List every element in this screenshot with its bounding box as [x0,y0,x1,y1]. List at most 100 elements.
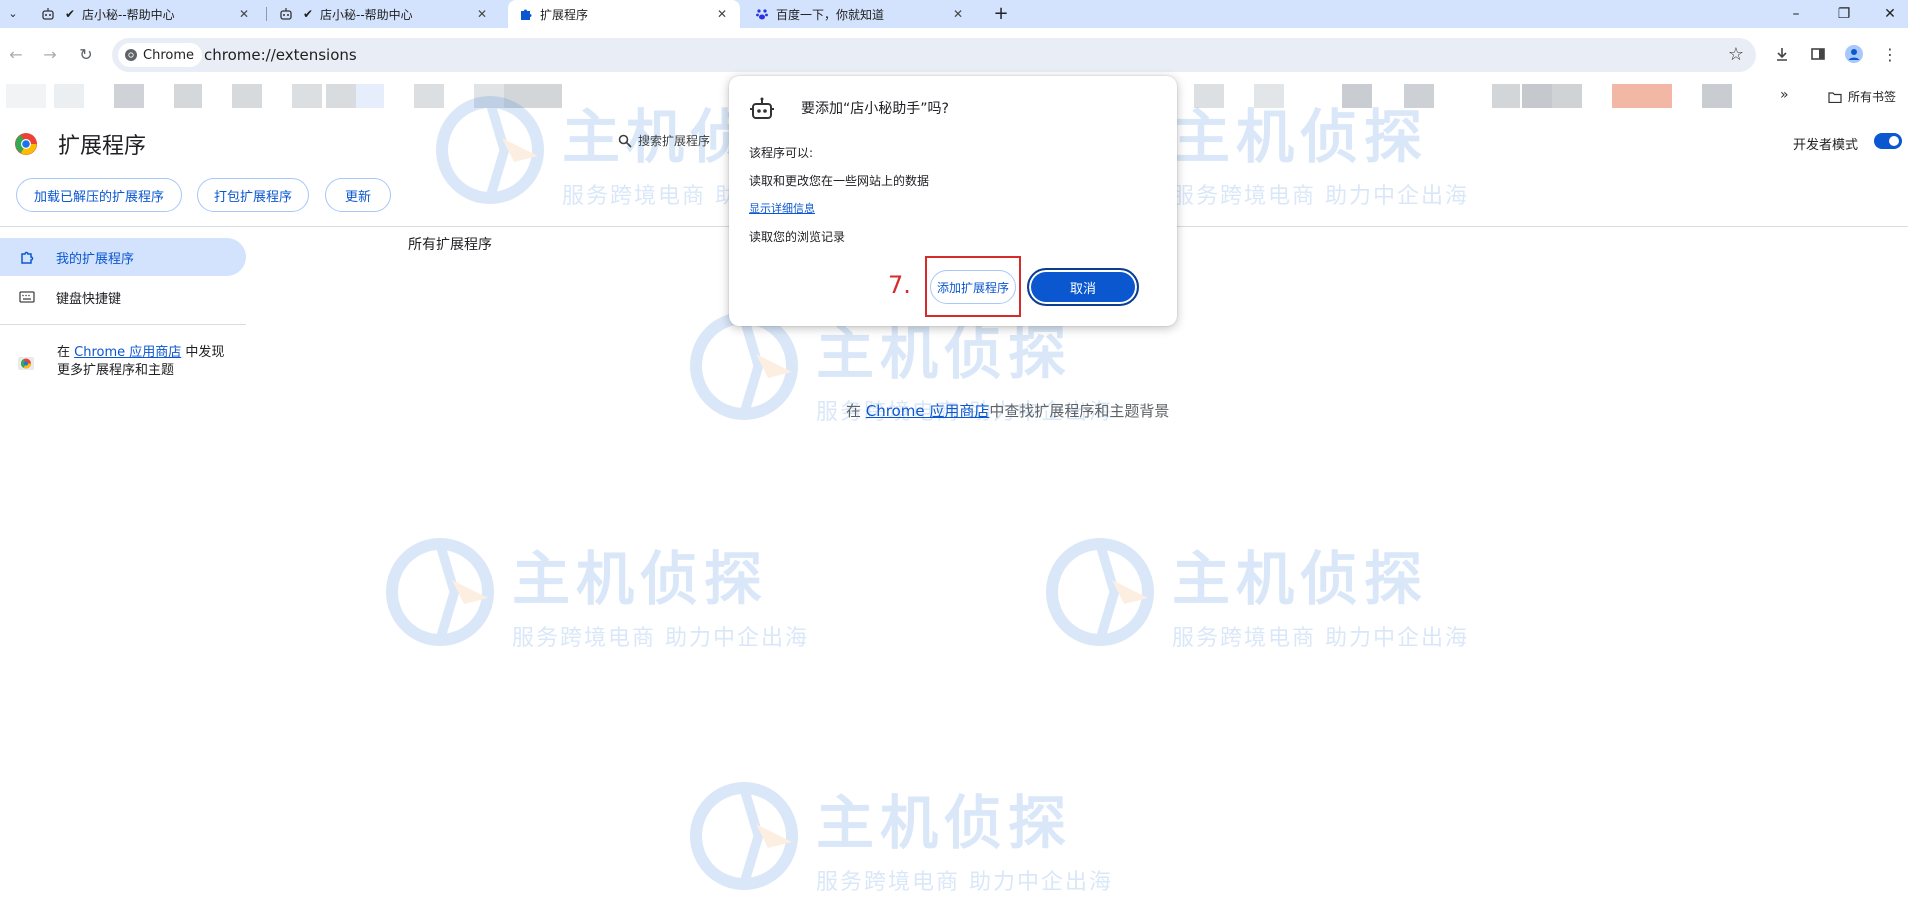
all-bookmarks-folder[interactable]: 所有书签 [1828,88,1896,105]
robot-icon [40,6,56,22]
main-store-text: 在 Chrome 应用商店中查找扩展程序和主题背景 [846,400,1169,421]
pack-extension-button[interactable]: 打包扩展程序 [197,178,309,212]
watermark-slogan: 服务跨境电商 助力中企出海 [1172,626,1469,651]
sidebar-divider [0,324,246,325]
cancel-button[interactable]: 取消 [1027,268,1139,306]
blurred-bookmark[interactable] [174,84,202,108]
dev-mode-label: 开发者模式 [1793,138,1859,153]
dialog-title: 要添加“店小秘助手”吗? [801,101,949,117]
page-title: 扩展程序 [58,134,147,159]
watermark: 主机侦探服务跨境电商 助力中企出海 [1040,532,1469,652]
blurred-bookmark[interactable] [414,84,444,108]
new-tab-plus-icon[interactable]: + [990,3,1012,25]
watermark-logo-icon [1046,538,1154,646]
restore-icon[interactable]: ❐ [1834,4,1854,24]
blurred-bookmark[interactable] [326,84,356,108]
close-tab-icon[interactable]: ✕ [474,6,490,22]
blurred-bookmark[interactable] [232,84,262,108]
chrome-web-store-icon [18,357,34,370]
main-chrome-web-store-link[interactable]: Chrome 应用商店 [866,402,990,420]
profile-avatar-icon[interactable] [1842,42,1866,66]
blurred-bookmark[interactable] [114,84,144,108]
sidebar-item-label: 我的扩展程序 [56,251,135,267]
sidebar-item-my-extensions[interactable]: 我的扩展程序 [0,238,134,276]
chrome-logo-icon [15,133,37,155]
check-icon: ✔ [302,7,314,21]
baidu-paw-icon [754,6,770,22]
puzzle-icon [518,6,534,22]
add-extension-button[interactable]: 添加扩展程序 [930,270,1016,304]
add-extension-dialog: 要添加“店小秘助手”吗? 该程序可以: 读取和更改您在一些网站上的数据 显示详细… [729,76,1177,326]
tab-baidu[interactable]: 百度一下，你就知道 ✕ [744,0,976,28]
download-icon[interactable] [1770,42,1794,66]
watermark-slogan: 服务跨境电商 助力中企出海 [512,626,809,651]
tab-strip: ⌄ ✔ 店小秘--帮助中心 ✕ ✔ 店小秘--帮助中心 ✕ 扩展程序 ✕ 百度一… [0,0,1908,28]
all-extensions-heading: 所有扩展程序 [408,237,492,253]
sidebar-item-shortcuts[interactable]: 键盘快捷键 [0,278,121,316]
blurred-bookmark[interactable] [1194,84,1224,108]
watermark-logo-icon [690,782,798,890]
bookmarks-overflow-chevron-icon[interactable]: » [1780,87,1789,103]
back-icon[interactable]: ← [4,42,28,66]
close-tab-icon[interactable]: ✕ [236,6,252,22]
blurred-bookmark[interactable] [1612,84,1672,108]
search-extensions[interactable]: 搜索扩展程序 [618,132,710,149]
close-window-icon[interactable]: ✕ [1880,4,1900,24]
tab-title: 店小秘--帮助中心 [320,7,413,22]
blurred-bookmark[interactable] [1254,84,1284,108]
tab-separator [266,7,267,21]
chrome-logo-icon [125,49,137,61]
blurred-bookmark[interactable] [356,84,384,108]
check-icon: ✔ [64,7,76,21]
menu-kebab-icon[interactable]: ⋮ [1878,42,1902,66]
blurred-bookmark[interactable] [1552,84,1582,108]
tab-title: 店小秘--帮助中心 [82,7,175,22]
blurred-bookmark[interactable] [6,84,46,108]
forward-icon[interactable]: → [38,42,62,66]
search-placeholder: 搜索扩展程序 [638,134,711,148]
blurred-bookmark[interactable] [1404,84,1434,108]
blurred-bookmark[interactable] [1492,84,1520,108]
sidebar-item-label: 键盘快捷键 [56,291,122,307]
bookmark-star-icon[interactable]: ☆ [1728,44,1744,65]
update-button[interactable]: 更新 [325,178,391,212]
store-prefix: 在 [57,345,71,360]
close-tab-icon[interactable]: ✕ [950,6,966,22]
watermark-logo-icon [386,538,494,646]
url-text[interactable]: chrome://extensions [204,46,357,64]
blurred-bookmark[interactable] [504,84,562,108]
blurred-bookmark[interactable] [54,84,84,108]
reload-icon[interactable]: ↻ [74,42,98,66]
sidebar-store-text: 在 Chrome 应用商店 中发现更多扩展程序和主题 [57,344,237,380]
chrome-chip[interactable]: Chrome [118,43,202,67]
blurred-bookmark[interactable] [1342,84,1372,108]
tab-title: 百度一下，你就知道 [776,7,885,22]
blurred-bookmark[interactable] [292,84,322,108]
main-store-suffix: 中查找扩展程序和主题背景 [989,402,1170,420]
tab-search-chevron-icon[interactable]: ⌄ [4,5,22,23]
puzzle-outline-icon [16,249,38,265]
watermark-slogan: 服务跨境电商 助力中企出海 [1172,184,1469,209]
blurred-bookmark[interactable] [1522,84,1552,108]
chrome-web-store-link[interactable]: Chrome 应用商店 [74,345,181,360]
blurred-bookmark[interactable] [474,84,504,108]
blurred-bookmark[interactable] [1702,84,1732,108]
load-unpacked-button[interactable]: 加载已解压的扩展程序 [16,178,182,212]
omnibox[interactable]: Chrome chrome://extensions ☆ [112,38,1756,72]
side-panel-icon[interactable] [1806,42,1830,66]
step-annotation: 7. [888,271,911,299]
robot-icon [750,97,774,119]
watermark-brand: 主机侦探 [816,789,1073,857]
close-tab-icon[interactable]: ✕ [714,6,730,22]
tab-dianxiaomi-help-2[interactable]: ✔ 店小秘--帮助中心 ✕ [268,0,500,28]
show-details-link[interactable]: 显示详细信息 [749,200,815,216]
tab-title: 扩展程序 [540,7,589,22]
all-bookmarks-label: 所有书签 [1848,90,1897,104]
tab-extensions[interactable]: 扩展程序 ✕ [508,0,740,28]
dev-mode-toggle[interactable] [1874,133,1902,149]
watermark-slogan: 服务跨境电商 助力中企出海 [816,870,1113,895]
tab-dianxiaomi-help-1[interactable]: ✔ 店小秘--帮助中心 ✕ [30,0,262,28]
watermark-brand: 主机侦探 [1172,545,1429,613]
robot-icon [278,6,294,22]
minimize-icon[interactable]: – [1786,4,1806,24]
